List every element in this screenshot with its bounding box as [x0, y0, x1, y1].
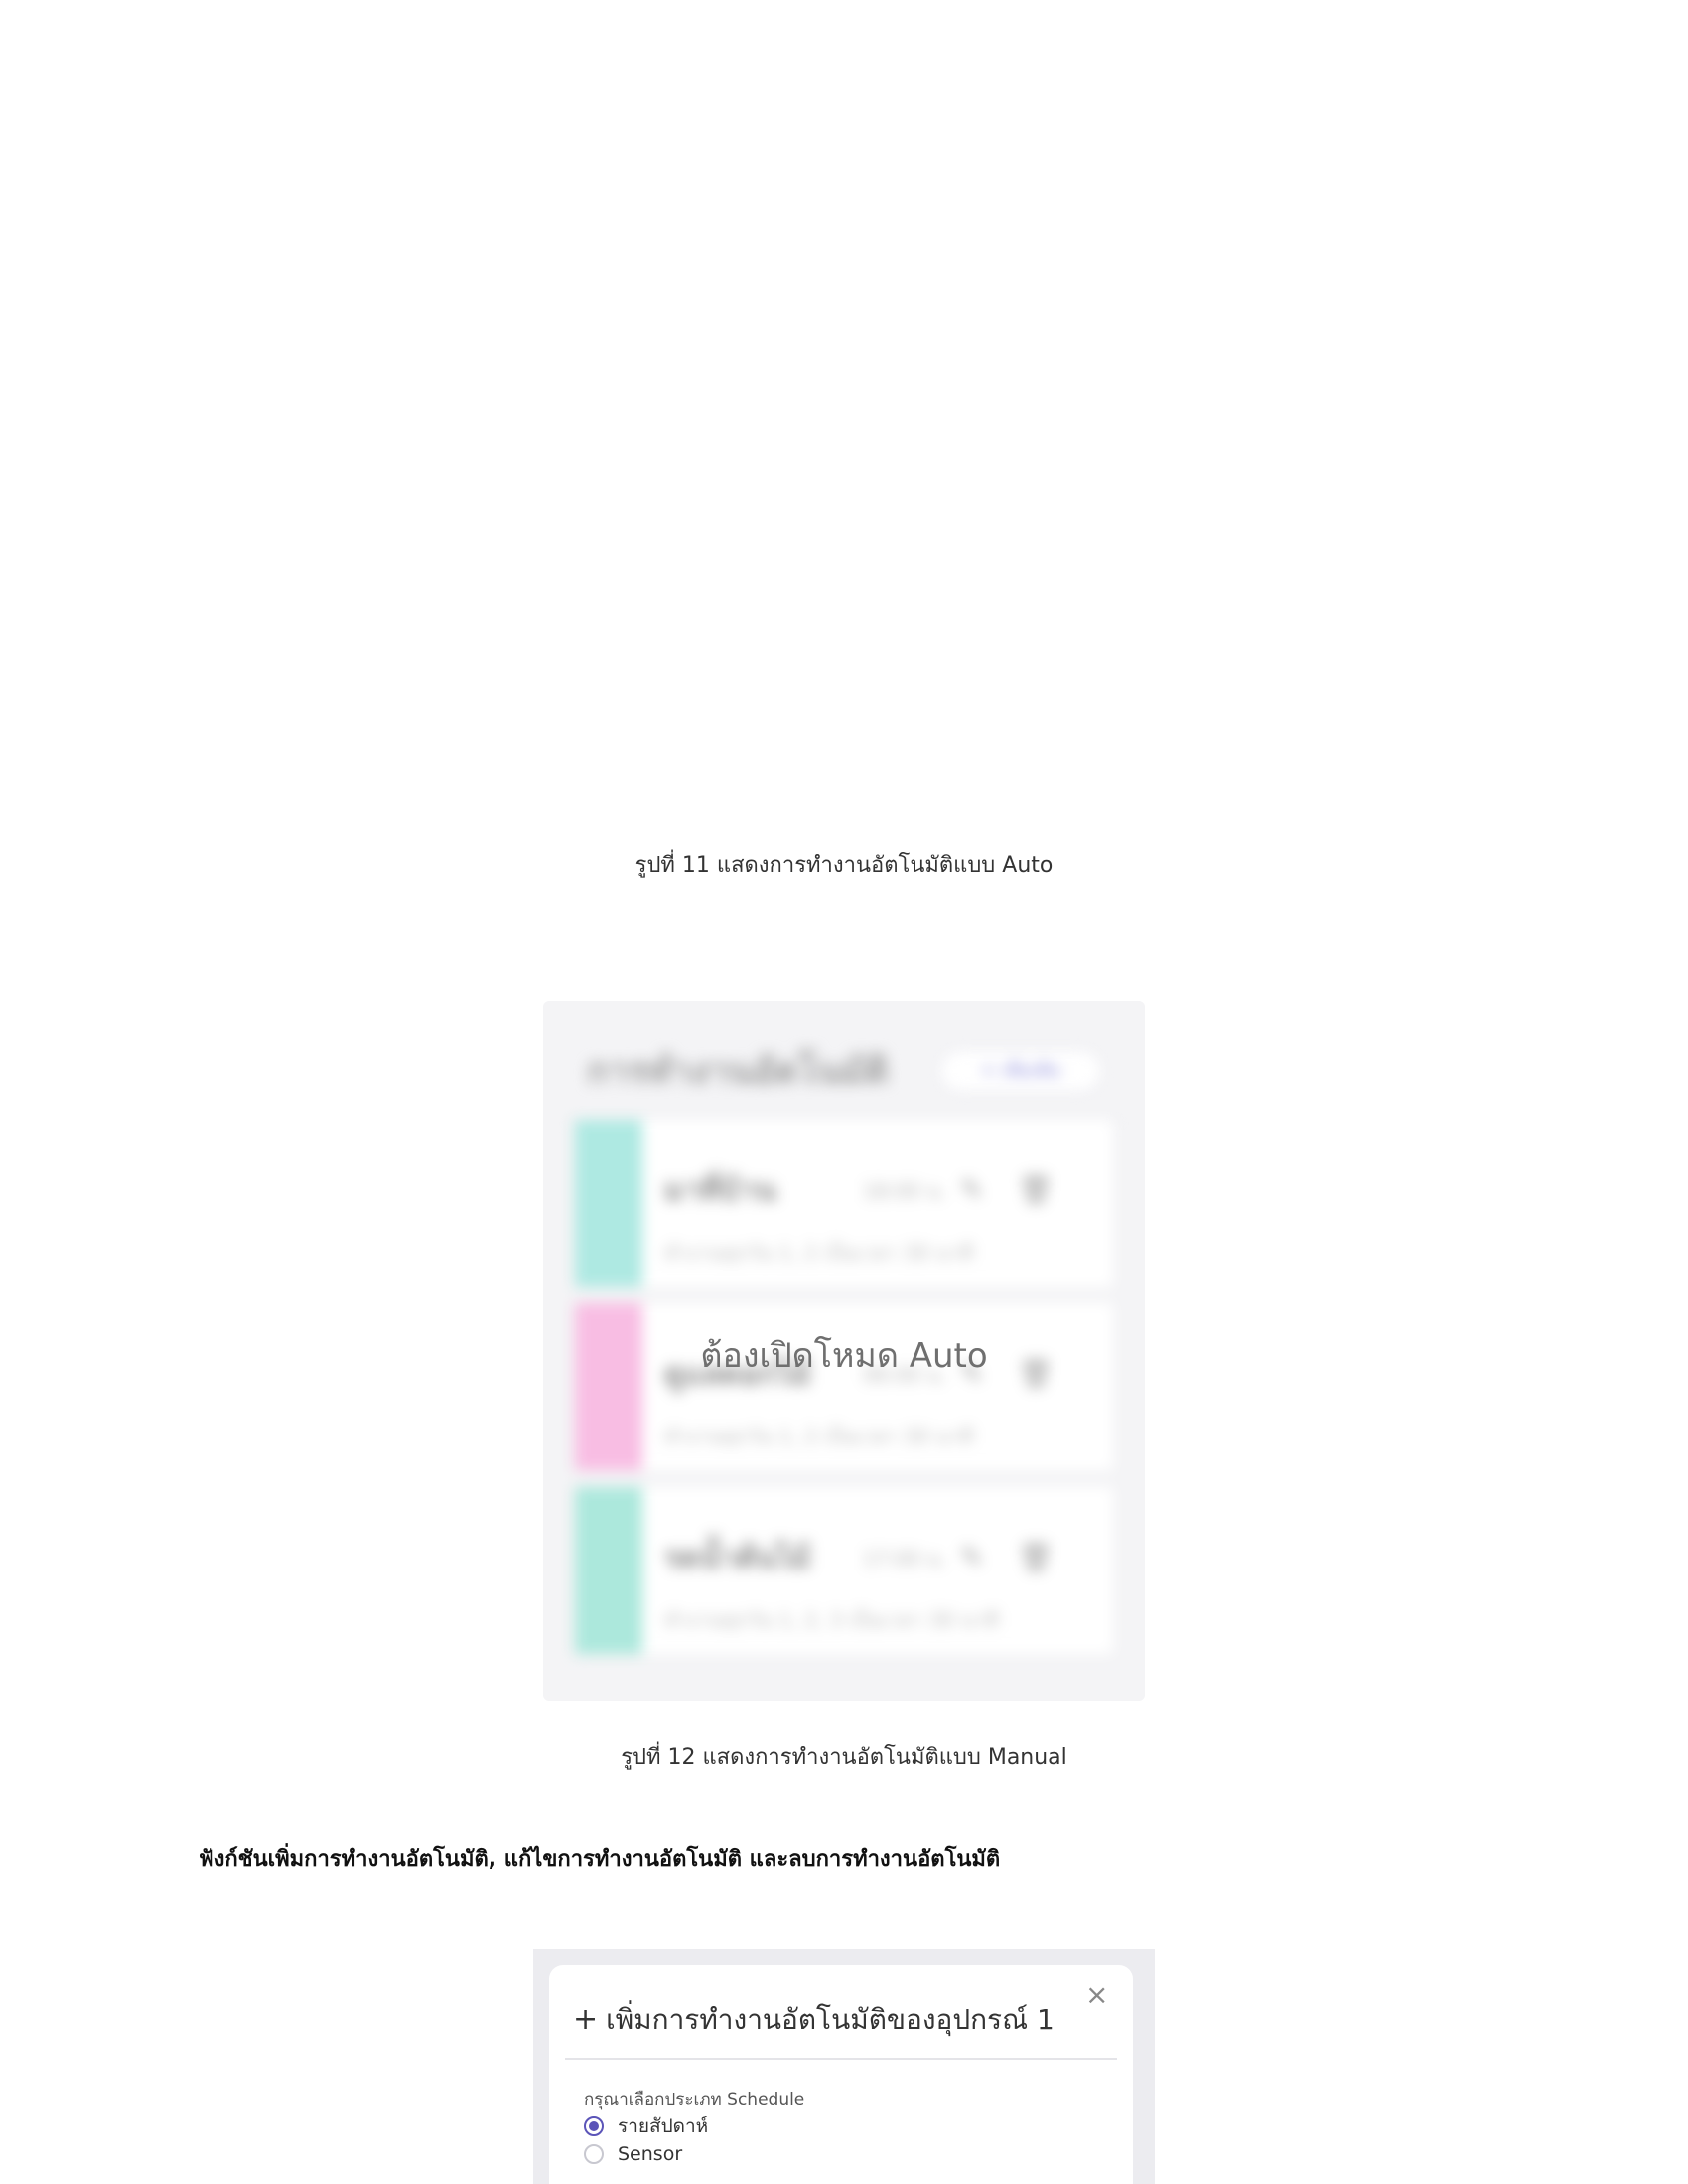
figure-12-screenshot: การทำงานอัตโนมัติ + เพิ่มเติม มาที่บ้าน …	[543, 1001, 1145, 1701]
edit-icon[interactable]: ✎	[960, 1173, 983, 1206]
automation-card[interactable]: มาที่บ้าน 18:00 น. ✎ 🗑 ทำงานทุกวัน 1, 2 …	[575, 1120, 1113, 1287]
modal-title: + เพิ่มการทำงานอัตโนมัติของอุปกรณ์ 1	[573, 1998, 1055, 2042]
card-name: มาที่บ้าน	[664, 1173, 776, 1208]
add-automation-modal: + เพิ่มการทำงานอัตโนมัติของอุปกรณ์ 1 × กร…	[549, 1965, 1133, 2184]
trash-icon[interactable]: 🗑	[1018, 1541, 1054, 1573]
card-detail: ทำงานทุกวัน 1, 2, 3 เป็นเวลา 30 นาที	[664, 1608, 999, 1632]
modal-divider	[565, 2058, 1117, 2060]
panel-title: การทำงานอัตโนมัติ	[587, 1051, 889, 1092]
modal-title-text: เพิ่มการทำงานอัตโนมัติของอุปกรณ์ 1	[606, 2003, 1055, 2036]
radio-option-label: Sensor	[618, 2143, 683, 2165]
section-heading: ฟังก์ชันเพิ่มการทำงานอัตโนมัติ, แก้ไขการ…	[199, 1847, 1001, 1872]
radio-option-sensor[interactable]: Sensor	[584, 2143, 682, 2165]
card-detail: ทำงานทุกวัน 1, 2 เป็นเวลา 30 นาที	[664, 1425, 974, 1448]
trash-icon[interactable]: 🗑	[1018, 1173, 1054, 1206]
card-color-stripe	[575, 1487, 642, 1654]
card-color-stripe	[575, 1120, 642, 1287]
card-detail: ทำงานทุกวัน 1, 2 เป็นเวลา 30 นาที	[664, 1241, 974, 1265]
figure-11-caption: รูปที่ 11 แสดงการทำงานอัตโนมัติแบบ Auto	[634, 853, 1054, 878]
radio-option-label: รายสัปดาห์	[618, 2116, 709, 2137]
figure-12-caption: รูปที่ 12 แสดงการทำงานอัตโนมัติแบบ Manua…	[621, 1745, 1067, 1770]
add-automation-button[interactable]: + เพิ่มเติม	[940, 1050, 1101, 1092]
card-time: 18:00 น.	[863, 1179, 947, 1203]
close-icon[interactable]: ×	[1085, 1979, 1108, 2011]
radio-unchecked-icon[interactable]	[584, 2144, 604, 2164]
card-name: รดน้ำต้นไม้	[664, 1541, 811, 1575]
schedule-type-label: กรุณาเลือกประเภท Schedule	[584, 2090, 805, 2110]
edit-icon[interactable]: ✎	[960, 1541, 983, 1573]
radio-checked-icon[interactable]	[584, 2116, 604, 2136]
automation-card[interactable]: รดน้ำต้นไม้ 17:00 น. ✎ 🗑 ทำงานทุกวัน 1, …	[575, 1487, 1113, 1654]
auto-mode-required-message: ต้องเปิดโหมด Auto	[700, 1336, 988, 1376]
figure-13-screenshot: + เพิ่มการทำงานอัตโนมัติของอุปกรณ์ 1 × กร…	[533, 1949, 1155, 2184]
radio-option-weekly[interactable]: รายสัปดาห์	[584, 2112, 708, 2141]
card-time: 17:00 น.	[863, 1547, 947, 1570]
plus-icon: +	[573, 2002, 599, 2037]
